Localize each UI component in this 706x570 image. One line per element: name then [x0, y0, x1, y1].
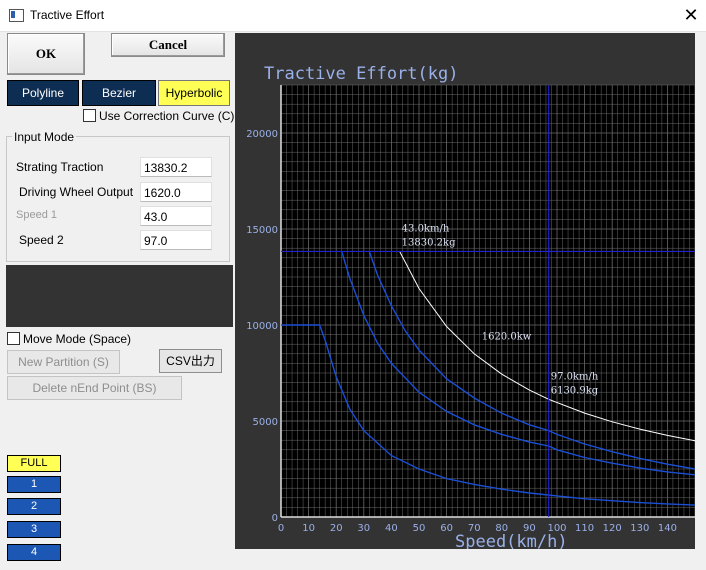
level-4-button[interactable]: 4: [7, 544, 61, 561]
annotation-label: 97.0km/h: [551, 371, 599, 382]
speed-2-label: Speed 2: [19, 233, 64, 247]
driving-wheel-output-label: Driving Wheel Output: [19, 185, 134, 199]
preview-panel: [6, 265, 233, 327]
correction-curve-checkbox[interactable]: [83, 109, 96, 122]
input-mode-title: Input Mode: [12, 130, 77, 144]
speed-1-label: Speed 1: [16, 209, 57, 221]
level-full-button[interactable]: FULL: [7, 455, 61, 472]
y-tick-label: 10000: [246, 321, 278, 332]
driving-wheel-output-field[interactable]: 1620.0: [140, 182, 212, 202]
annotation-label: 6130.9kg: [551, 385, 599, 396]
x-tick-label: 110: [575, 523, 594, 534]
x-tick-label: 130: [630, 523, 649, 534]
y-tick-label: 0: [272, 513, 278, 524]
tractive-effort-chart[interactable]: 0 10 20 30 40 50 60 70 80 90 100 110 120 130 140050001…: [235, 33, 695, 549]
delete-end-point-button[interactable]: Delete nEnd Point (BS): [7, 376, 182, 400]
x-tick-label: 60: [440, 523, 453, 534]
x-tick-label: 120: [603, 523, 622, 534]
x-axis-title: Speed(km/h): [455, 532, 568, 549]
csv-export-button[interactable]: CSV出力: [159, 349, 222, 373]
tractive-effort-graph[interactable]: 0 10 20 30 40 50 60 70 80 90 100 110 120 130 140 0 5000 1…: [235, 33, 695, 549]
y-tick-label: 20000: [246, 129, 278, 140]
x-tick-label: 10: [302, 523, 315, 534]
starting-traction-label: Strating Traction: [16, 160, 104, 174]
title-bar: Tractive Effort ✕: [0, 0, 706, 32]
x-tick-label: 20: [330, 523, 343, 534]
tab-bezier[interactable]: Bezier: [82, 80, 156, 106]
y-tick-label: 5000: [253, 417, 278, 428]
x-tick-label: 30: [357, 523, 370, 534]
tab-polyline[interactable]: Polyline: [7, 80, 79, 106]
x-tick-label: 50: [413, 523, 426, 534]
annotation-label: 43.0km/h: [402, 223, 450, 234]
x-tick-label: 0: [278, 523, 284, 534]
annotation-label: 1620.0kw: [482, 331, 532, 342]
level-2-button[interactable]: 2: [7, 498, 61, 515]
annotation-label: 13830.2kg: [402, 237, 456, 248]
level-1-button[interactable]: 1: [7, 476, 61, 493]
move-mode-checkbox[interactable]: [7, 332, 20, 345]
x-tick-label: 140: [658, 523, 677, 534]
level-3-button[interactable]: 3: [7, 521, 61, 538]
speed-2-field[interactable]: 97.0: [140, 230, 212, 250]
window-title: Tractive Effort: [30, 8, 105, 22]
ok-button[interactable]: OK: [7, 33, 85, 75]
move-mode-label: Move Mode (Space): [23, 332, 132, 346]
correction-curve-label: Use Correction Curve (C): [99, 109, 235, 123]
close-icon[interactable]: ✕: [680, 4, 702, 26]
cancel-button[interactable]: Cancel: [111, 33, 225, 57]
x-tick-label: 40: [385, 523, 398, 534]
new-partition-button[interactable]: New Partition (S): [7, 350, 120, 374]
plot-area: [281, 85, 695, 517]
app-window-icon: [9, 9, 24, 22]
speed-1-field[interactable]: 43.0: [140, 206, 212, 226]
starting-traction-field[interactable]: 13830.2: [140, 157, 212, 177]
chart-title: Tractive Effort(kg): [264, 64, 458, 84]
tab-hyperbolic[interactable]: Hyperbolic: [158, 80, 230, 106]
y-tick-label: 15000: [246, 225, 278, 236]
